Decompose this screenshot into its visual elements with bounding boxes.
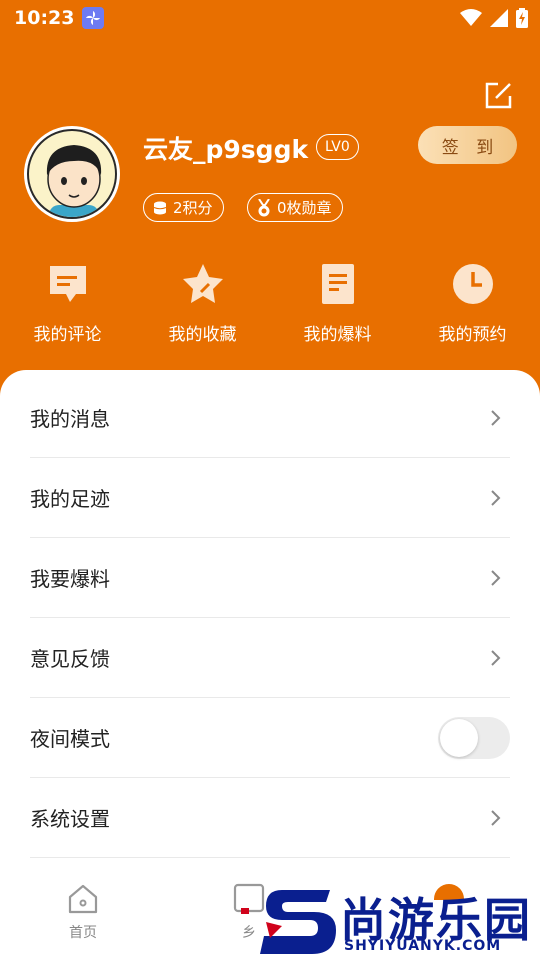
clock-icon [452,264,493,304]
tab-home[interactable]: 首页 [66,882,100,942]
star-icon [182,264,223,303]
cellular-icon [490,9,508,27]
comment-icon [49,266,86,302]
watermark-url: SHYIYUANYK.COM [344,938,502,954]
home-icon [68,884,98,914]
menu-item-settings[interactable]: 系统设置 [30,778,510,858]
menu-item-messages[interactable]: 我的消息 [30,378,510,458]
medals-label: 0枚勋章 [277,199,332,217]
medal-icon [258,198,270,216]
wifi-icon [460,9,482,26]
checkin-button[interactable]: 签 到 [418,126,517,164]
quick-action-label: 我的收藏 [168,325,237,345]
quick-action-comments[interactable]: 我的评论 [0,262,135,345]
toggle-knob [440,718,478,757]
quick-action-label: 我的评论 [33,325,102,345]
quick-action-reservations[interactable]: 我的预约 [405,262,540,345]
coins-icon [153,201,167,214]
watermark-logo-icon [260,890,336,954]
chevron-right-icon [491,489,501,506]
quick-action-label: 我的爆料 [303,325,372,345]
status-bar: 10:23 [0,0,540,36]
menu-item-label: 我要爆料 [30,567,110,591]
night-mode-toggle[interactable] [438,716,510,759]
status-time: 10:23 [14,7,75,29]
menu-item-label: 我的足迹 [30,487,110,511]
chevron-right-icon [491,809,501,826]
menu-item-label: 意见反馈 [30,647,110,671]
menu-item-submit-tip[interactable]: 我要爆料 [30,538,510,618]
chevron-right-icon [491,649,501,666]
menu-item-history[interactable]: 我的足迹 [30,458,510,538]
avatar[interactable] [24,126,120,222]
document-icon [321,264,354,304]
tab-label: 首页 [69,925,97,941]
chevron-right-icon [491,569,501,586]
quick-action-label: 我的预约 [438,325,507,345]
menu-item-label: 我的消息 [30,407,110,431]
menu-item-label: 系统设置 [30,807,110,831]
battery-charging-icon [516,8,528,28]
menu-item-label: 夜间模式 [30,727,110,751]
edit-icon[interactable] [484,80,514,110]
watermark: 尚游乐园 SHYIYUANYK.COM [260,880,540,960]
level-badge: LV0 [316,134,359,160]
points-label: 2积分 [173,199,213,217]
chevron-right-icon [491,409,501,426]
quick-action-reports[interactable]: 我的爆料 [270,262,405,345]
points-badge[interactable]: 2积分 [143,193,224,222]
tab-label: 乡 [242,925,256,941]
menu-item-feedback[interactable]: 意见反馈 [30,618,510,698]
username: 云友_p9sggk [143,135,309,164]
medals-badge[interactable]: 0枚勋章 [247,193,343,222]
app-pinwheel-icon [82,7,105,29]
quick-actions: 我的评论 我的收藏 我的爆料 我的预约 [0,262,540,345]
menu-item-night-mode: 夜间模式 [30,698,510,778]
quick-action-favorites[interactable]: 我的收藏 [135,262,270,345]
